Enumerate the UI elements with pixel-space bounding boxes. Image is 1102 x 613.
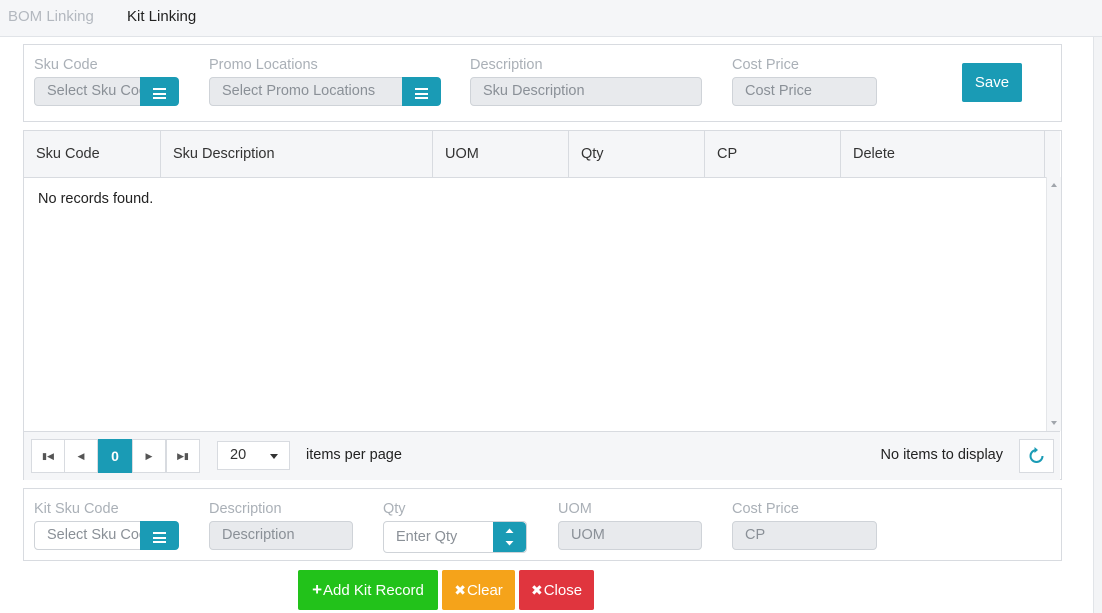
save-button[interactable]: Save [962, 63, 1022, 102]
column-cp[interactable]: CP [705, 131, 841, 177]
kit-sku-code-label: Kit Sku Code [34, 501, 119, 517]
promo-locations-menu-button[interactable] [402, 77, 441, 106]
kit-sku-code-input[interactable]: Select Sku Code [34, 521, 141, 550]
empty-message: No records found. [38, 191, 154, 207]
kit-sku-code-menu-button[interactable] [140, 521, 179, 550]
refresh-icon [1029, 447, 1044, 463]
tab-bom-linking[interactable]: BOM Linking [8, 8, 94, 25]
plus-icon: + [312, 580, 323, 599]
column-sku-code[interactable]: Sku Code [24, 131, 161, 177]
menu-icon [153, 532, 166, 543]
promo-locations-input[interactable]: Select Promo Locations [209, 77, 403, 106]
cost-price-input[interactable]: Cost Price [732, 77, 877, 106]
scroll-up-icon[interactable] [1051, 183, 1057, 187]
cost-price-label: Cost Price [732, 57, 799, 73]
refresh-button[interactable] [1019, 439, 1054, 473]
add-kit-record-button[interactable]: + Add Kit Record [298, 570, 438, 610]
clear-button[interactable]: ✖ Clear [442, 570, 515, 610]
column-uom[interactable]: UOM [433, 131, 569, 177]
pager-status: No items to display [880, 447, 1004, 463]
scroll-down-icon[interactable] [1051, 421, 1057, 425]
items-per-page-label: items per page [306, 447, 402, 463]
grid-pager: ▮◀ ◀ 0 ▶ ▶▮ 20 items per page No items t… [24, 431, 1060, 480]
kit-uom-label: UOM [558, 501, 592, 517]
prev-page-button[interactable]: ◀ [64, 439, 98, 473]
add-kit-record-label: Add Kit Record [323, 581, 424, 599]
grid-scrollbar[interactable] [1046, 177, 1061, 431]
kit-description-input[interactable]: Description [209, 521, 353, 550]
kit-cp-input[interactable]: CP [732, 521, 877, 550]
kit-linking-panel: Sku Code Select Sku Code Promo Locations… [0, 37, 1094, 613]
page-size-value: 20 [230, 447, 247, 463]
first-page-button[interactable]: ▮◀ [31, 439, 65, 473]
column-delete[interactable]: Delete [841, 131, 1045, 177]
chevron-down-icon [270, 454, 278, 459]
close-label: Close [543, 581, 583, 599]
kit-uom-input[interactable]: UOM [558, 521, 702, 550]
sku-code-menu-button[interactable] [140, 77, 179, 106]
last-page-button[interactable]: ▶▮ [166, 439, 200, 473]
stepper-arrows-icon [505, 528, 514, 546]
next-page-button[interactable]: ▶ [132, 439, 166, 473]
menu-icon [153, 88, 166, 99]
sku-code-input[interactable]: Select Sku Code [34, 77, 141, 106]
tab-kit-linking[interactable]: Kit Linking [127, 8, 196, 25]
column-qty[interactable]: Qty [569, 131, 705, 177]
x-icon: ✖ [454, 581, 466, 598]
kit-items-grid: Sku Code Sku Description UOM Qty CP Dele… [23, 130, 1062, 480]
column-sku-description[interactable]: Sku Description [161, 131, 433, 177]
clear-label: Clear [466, 581, 503, 599]
x-icon: ✖ [530, 581, 543, 598]
sku-description-input[interactable]: Sku Description [470, 77, 702, 106]
page-size-select[interactable]: 20 [217, 441, 290, 470]
grid-header: Sku Code Sku Description UOM Qty CP Dele… [24, 131, 1060, 178]
menu-icon [415, 88, 428, 99]
current-page-button[interactable]: 0 [98, 439, 132, 473]
close-button[interactable]: ✖ Close [519, 570, 594, 610]
kit-cost-price-label: Cost Price [732, 501, 799, 517]
promo-locations-label: Promo Locations [209, 57, 318, 73]
kit-qty-label: Qty [383, 501, 406, 517]
kit-form: Kit Sku Code Select Sku Code Description… [23, 488, 1062, 561]
tab-bar: BOM Linking Kit Linking [0, 0, 1102, 37]
kit-description-label: Description [209, 501, 282, 517]
sku-code-label: Sku Code [34, 57, 98, 73]
qty-stepper[interactable] [493, 522, 526, 552]
header-form: Sku Code Select Sku Code Promo Locations… [23, 44, 1062, 122]
description-label: Description [470, 57, 543, 73]
